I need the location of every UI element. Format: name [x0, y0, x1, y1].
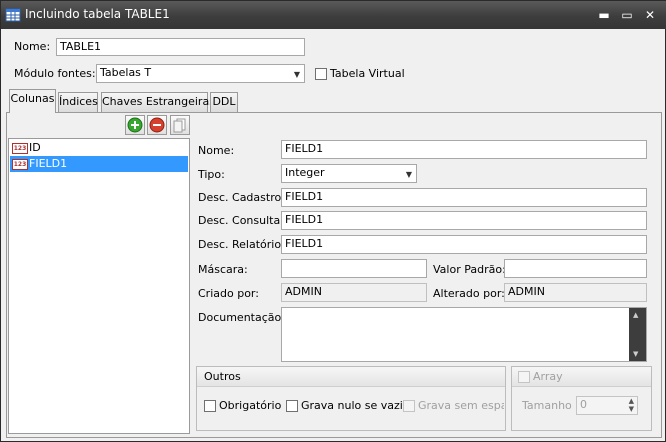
add-column-button[interactable] [125, 115, 145, 135]
grava-nulo-label: Grava nulo se vazio [301, 399, 410, 412]
close-button[interactable]: ✕ [641, 7, 659, 23]
list-item-label: FIELD1 [29, 157, 68, 170]
desc-cadastro-input[interactable]: FIELD1 [281, 188, 647, 207]
array-checkbox [518, 371, 530, 383]
type-select[interactable]: Integer ▼ [281, 164, 417, 183]
tab-ddl[interactable]: DDL [210, 92, 238, 112]
module-label: Módulo fontes: [14, 67, 96, 80]
module-select[interactable]: Tabelas T ▼ [96, 64, 305, 83]
outros-group-title: Outros [204, 370, 241, 383]
desc-cadastro-label: Desc. Cadastro: [198, 191, 285, 204]
tamanho-stepper: 0 ▲ ▼ [576, 396, 638, 415]
columns-list[interactable]: 123 ID 123 FIELD1 [8, 138, 190, 434]
copy-icon [173, 118, 186, 133]
spin-arrows-icon: ▲ ▼ [628, 397, 634, 413]
virtual-table-checkbox[interactable] [315, 68, 327, 80]
tab-indices[interactable]: Índices [58, 92, 98, 112]
field-name-label: Nome: [198, 144, 235, 157]
valor-padrao-input[interactable] [504, 259, 647, 278]
dialog-window: Incluindo tabela TABLE1 ▬ ▭ ✕ Nome: TABL… [0, 0, 666, 442]
array-group-title: Array [533, 370, 563, 383]
outros-group: Outros Obrigatório Grava nulo se vazio G… [196, 366, 506, 431]
tab-colunas[interactable]: Colunas [9, 89, 56, 113]
grava-sem-espacos-label: Grava sem espaços [418, 399, 504, 412]
documentacao-textarea[interactable] [281, 307, 647, 362]
virtual-table-label: Tabela Virtual [330, 67, 405, 80]
title-bar[interactable]: Incluindo tabela TABLE1 ▬ ▭ ✕ [1, 1, 666, 29]
table-name-label: Nome: [14, 40, 51, 53]
type-label: Tipo: [198, 168, 225, 181]
chevron-down-icon: ▼ [293, 70, 300, 79]
window-title: Incluindo tabela TABLE1 [25, 7, 170, 21]
minus-circle-icon [149, 117, 165, 133]
maximize-button[interactable]: ▭ [618, 7, 636, 23]
mascara-input[interactable] [281, 259, 427, 278]
documentacao-label: Documentação: [198, 311, 285, 324]
type-select-value: Integer [285, 166, 325, 179]
module-select-value: Tabelas T [100, 66, 152, 79]
documentacao-scrollbar[interactable]: ▲ ▼ [629, 308, 646, 361]
copy-column-button[interactable] [170, 115, 190, 135]
scroll-down-icon[interactable]: ▼ [633, 350, 638, 358]
list-item[interactable]: 123 ID [10, 140, 188, 156]
array-group: Array Tamanho 0 ▲ ▼ [511, 366, 652, 431]
scroll-up-icon[interactable]: ▲ [633, 311, 638, 319]
list-item-selected[interactable]: 123 FIELD1 [10, 156, 188, 172]
remove-column-button[interactable] [147, 115, 167, 135]
desc-relatorio-label: Desc. Relatório: [198, 238, 285, 251]
plus-circle-icon [127, 117, 143, 133]
grava-sem-espacos-checkbox [403, 400, 415, 412]
array-group-header: Array [512, 367, 651, 387]
list-item-label: ID [29, 141, 41, 154]
tamanho-value: 0 [580, 398, 587, 411]
desc-consulta-label: Desc. Consulta: [198, 214, 284, 227]
valor-padrao-label: Valor Padrão: [433, 263, 506, 276]
criado-por-field: ADMIN [281, 283, 427, 302]
grava-sem-espacos-clip: Grava sem espaços [418, 399, 504, 413]
desc-relatorio-input[interactable]: FIELD1 [281, 235, 647, 254]
obrigatorio-checkbox[interactable] [204, 400, 216, 412]
criado-por-label: Criado por: [198, 287, 259, 300]
number-type-icon: 123 [12, 159, 28, 170]
table-name-input[interactable]: TABLE1 [56, 38, 305, 56]
mascara-label: Máscara: [198, 263, 248, 276]
field-name-input[interactable]: FIELD1 [281, 140, 647, 159]
alterado-por-field: ADMIN [504, 283, 647, 302]
minimize-button[interactable]: ▬ [595, 7, 613, 23]
outros-group-header: Outros [197, 367, 505, 387]
grava-nulo-checkbox[interactable] [286, 400, 298, 412]
table-icon [5, 7, 21, 23]
obrigatorio-label: Obrigatório [219, 399, 282, 412]
chevron-down-icon: ▼ [405, 170, 412, 179]
alterado-por-label: Alterado por: [433, 287, 505, 300]
desc-consulta-input[interactable]: FIELD1 [281, 211, 647, 230]
number-type-icon: 123 [12, 143, 28, 154]
tamanho-label: Tamanho [522, 399, 572, 412]
tab-chaves-estrangeiras[interactable]: Chaves Estrangeiras [101, 92, 215, 112]
